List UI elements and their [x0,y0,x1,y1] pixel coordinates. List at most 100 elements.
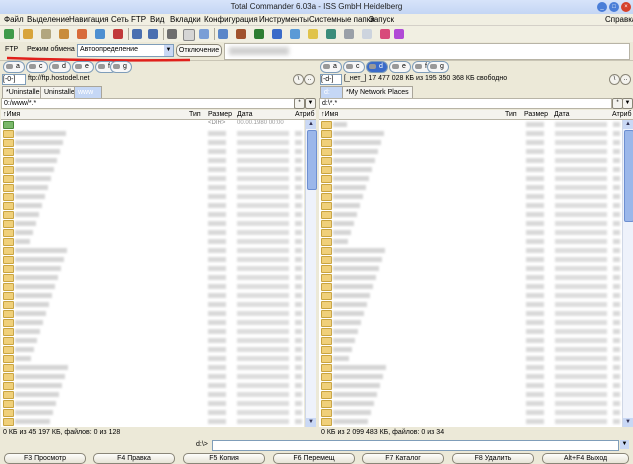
settings-icon[interactable] [380,29,390,39]
menu-network[interactable]: Сеть [111,15,129,24]
back-icon[interactable] [132,29,142,39]
alt-f4-exit-button[interactable]: Alt+F4 Выход [542,453,629,464]
table-row[interactable] [319,156,622,165]
right-drive-c-button[interactable]: c [343,61,365,73]
table-row[interactable] [319,345,622,354]
chevron-down-icon[interactable]: ▼ [620,440,629,449]
right-header-attr[interactable]: Атриб [612,110,632,119]
table-row[interactable]: <DIR> 00.00.1980 00:00 [1,120,304,129]
table-row[interactable] [319,300,622,309]
left-history-icon[interactable]: * [294,98,305,109]
table-row[interactable] [1,327,304,336]
sync-dirs-icon[interactable] [344,29,354,39]
scroll-down-icon[interactable]: ▼ [306,418,316,427]
thumbnails-icon[interactable] [77,29,87,39]
brief-view-icon[interactable] [23,29,33,39]
find-icon[interactable] [254,29,264,39]
multi-rename-icon[interactable] [326,29,336,39]
table-row[interactable] [1,354,304,363]
table-row[interactable] [319,282,622,291]
table-row[interactable] [1,255,304,264]
plugin-icon[interactable] [394,29,404,39]
scroll-up-icon[interactable]: ▲ [306,120,316,129]
table-row[interactable] [319,273,622,282]
left-header-type[interactable]: Тип [189,110,201,119]
table-row[interactable] [319,201,622,210]
table-row[interactable] [1,165,304,174]
command-line-input[interactable] [212,440,619,451]
table-row[interactable] [1,228,304,237]
table-row[interactable] [319,318,622,327]
table-row[interactable] [319,408,622,417]
right-drive-a-button[interactable]: a [320,61,342,73]
ftp-new-connect-icon[interactable] [290,29,300,39]
f7-mkdir-button[interactable]: F7 Каталог [362,453,444,464]
copy-icon[interactable] [183,29,195,41]
table-row[interactable] [1,147,304,156]
left-tab-www[interactable]: www [74,86,102,98]
left-file-list[interactable]: <DIR> 00.00.1980 00:00 [1,120,304,427]
table-row[interactable] [1,417,304,426]
table-row[interactable] [1,372,304,381]
menu-ftp[interactable]: FTP [131,15,146,24]
table-row[interactable] [1,138,304,147]
table-row[interactable] [319,354,622,363]
table-row[interactable] [319,255,622,264]
table-row[interactable] [1,192,304,201]
f6-move-button[interactable]: F6 Перемещ [273,453,355,464]
menu-system-folders[interactable]: Системные папки [309,15,375,24]
minimize-button[interactable]: _ [597,2,607,12]
table-row[interactable] [1,408,304,417]
table-row[interactable] [319,183,622,192]
menu-tools[interactable]: Инструменты [259,15,309,24]
right-header-name[interactable]: ↑Имя [321,110,338,119]
compare-icon[interactable] [362,29,372,39]
table-row[interactable] [1,300,304,309]
table-row[interactable] [319,246,622,255]
menu-selection[interactable]: Выделение [27,15,69,24]
menu-launch[interactable]: Запуск [369,15,394,24]
table-row[interactable] [1,201,304,210]
table-row[interactable] [1,237,304,246]
table-row[interactable] [319,120,622,129]
left-scrollbar[interactable]: ▲ ▼ [305,120,317,427]
scroll-down-icon[interactable]: ▼ [623,418,633,427]
left-header-name[interactable]: ↑Имя [3,110,20,119]
scroll-up-icon[interactable]: ▲ [623,120,633,129]
table-row[interactable] [319,381,622,390]
right-drive-d-button[interactable]: d [366,61,388,73]
table-row[interactable] [319,129,622,138]
menu-tabs[interactable]: Вкладки [170,15,201,24]
cut-icon[interactable] [167,29,177,39]
table-row[interactable] [1,273,304,282]
table-row[interactable] [1,381,304,390]
right-hotlist-icon[interactable]: ▼ [622,98,633,109]
refresh-icon[interactable] [4,29,14,39]
table-row[interactable] [1,183,304,192]
drive-c-button[interactable]: c [26,61,48,73]
right-root-icon[interactable]: \ [609,74,620,85]
pack-icon[interactable] [218,29,228,39]
ftp-connect-icon[interactable] [272,29,282,39]
right-drive-select[interactable]: [-d-] [320,74,342,85]
menu-navigation[interactable]: Навигация [69,15,109,24]
notepad-icon[interactable] [308,29,318,39]
table-row[interactable] [1,399,304,408]
table-row[interactable] [319,363,622,372]
left-path[interactable]: 0:/www/*.* [1,98,295,109]
table-row[interactable] [1,129,304,138]
table-row[interactable] [1,219,304,228]
drive-a-button[interactable]: a [3,61,25,73]
right-scroll-thumb[interactable] [624,130,633,222]
table-row[interactable] [319,336,622,345]
f5-copy-button[interactable]: F5 Копия [183,453,265,464]
table-row[interactable] [319,327,622,336]
table-row[interactable] [1,156,304,165]
right-header-type[interactable]: Тип [505,110,517,119]
f4-edit-button[interactable]: F4 Правка [93,453,175,464]
table-row[interactable] [1,336,304,345]
table-row[interactable] [319,192,622,201]
table-row[interactable] [319,417,622,426]
table-row[interactable] [319,372,622,381]
menu-help[interactable]: Справка [605,15,633,24]
